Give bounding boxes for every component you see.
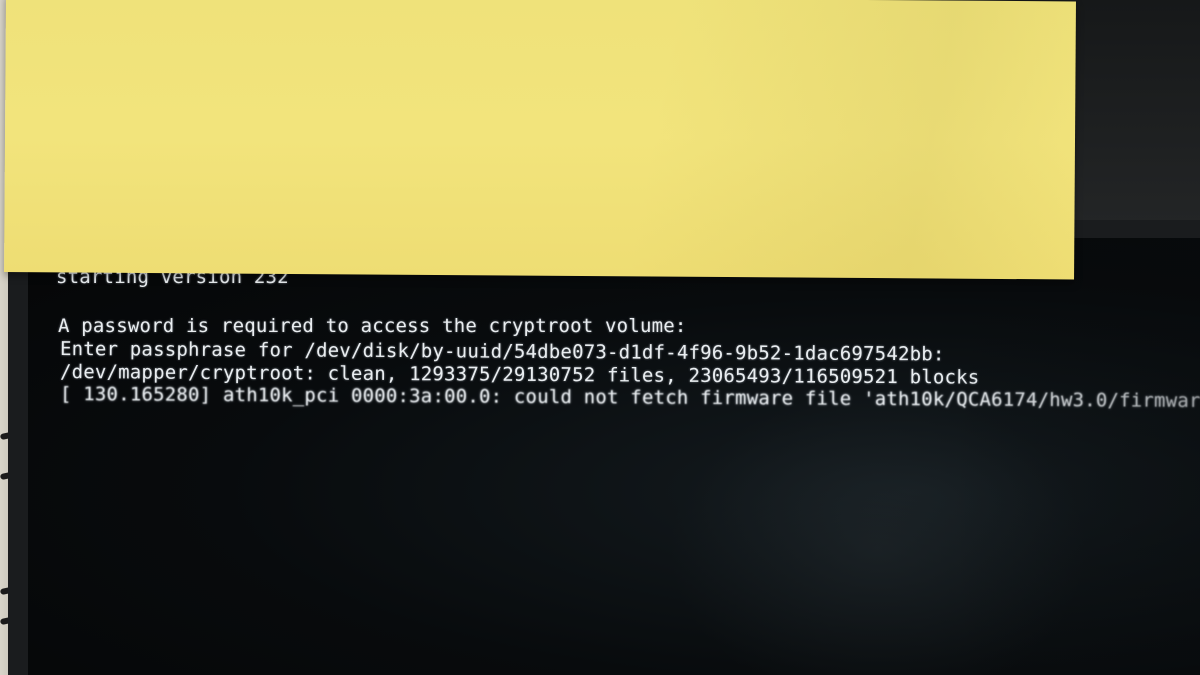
boot-console: starting version 232 A password is requi… [28,238,1200,675]
laptop-screen: starting version 232 A password is requi… [28,238,1200,675]
console-line-password-prompt: A password is required to access the cry… [58,315,687,337]
sticky-note [4,0,1076,280]
photo-scene: starting version 232 A password is requi… [0,0,1200,675]
background-wall [1070,0,1200,240]
sticky-note-fold [4,0,1076,280]
console-line-firmware-error: [ 130.165280] ath10k_pci 0000:3a:00.0: c… [59,383,1200,413]
